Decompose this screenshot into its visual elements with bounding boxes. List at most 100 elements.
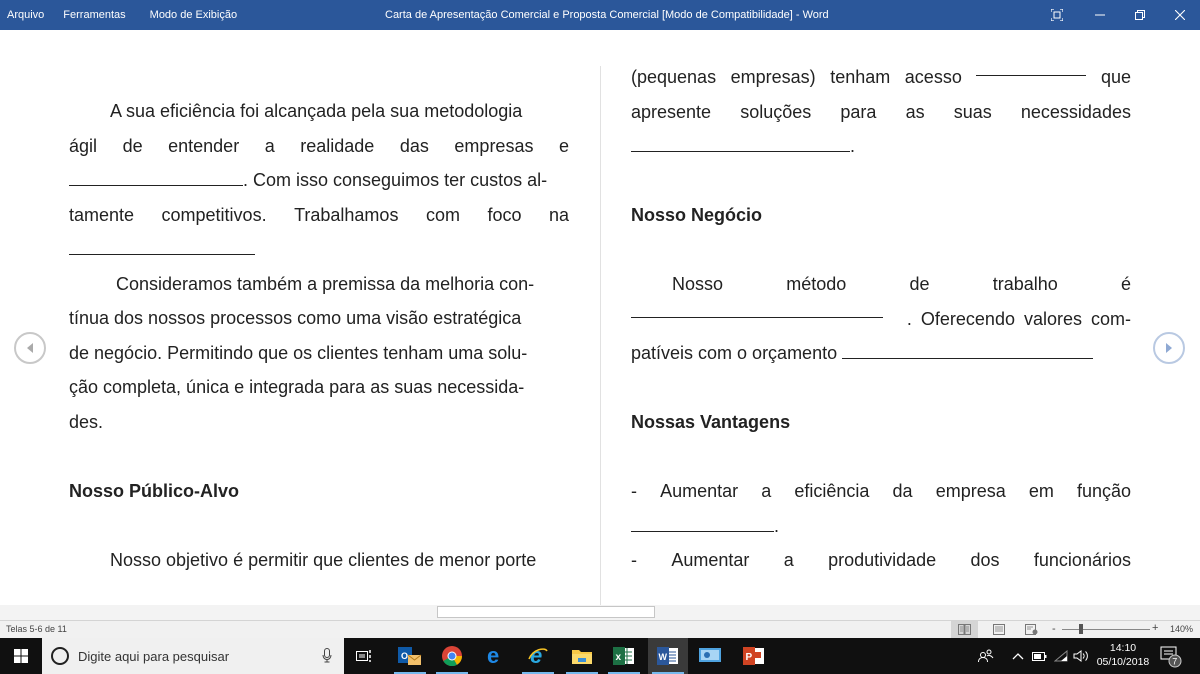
next-page-button[interactable] [1153, 332, 1185, 364]
word: de [909, 274, 930, 294]
menu-ferramentas[interactable]: Ferramentas [52, 0, 137, 30]
scrollbar-thumb[interactable] [437, 606, 655, 618]
word: entender [168, 135, 240, 156]
word-icon: W [657, 647, 678, 665]
taskbar-app-remote-desktop[interactable] [690, 638, 730, 674]
battery-button[interactable] [1032, 638, 1047, 674]
word: dos [970, 550, 1000, 570]
list-item: - Aumentar a eficiência da empresa em fu… [631, 474, 1131, 509]
word: na [548, 204, 569, 225]
volume-button[interactable] [1073, 638, 1089, 674]
window-title: Carta de Apresentação Comercial e Propos… [385, 9, 829, 21]
text-line: apresente soluções para as suas necessid… [631, 95, 1131, 130]
reading-view: A sua eficiência foi alcançada pela sua … [0, 30, 1200, 612]
taskbar-app-outlook[interactable]: O [390, 638, 430, 674]
people-button[interactable] [978, 638, 994, 674]
zoom-slider-thumb[interactable] [1079, 624, 1083, 634]
task-view-icon [356, 650, 371, 662]
word: das [399, 135, 429, 156]
word: - [631, 550, 637, 570]
folder-icon [572, 650, 592, 664]
restore-icon [1135, 10, 1145, 20]
text-line [69, 232, 569, 267]
clock-date: 05/10/2018 [1096, 656, 1150, 668]
svg-text:e: e [487, 646, 499, 666]
notification-count: 7 [1172, 657, 1177, 667]
taskbar-app-file-explorer[interactable] [562, 638, 602, 674]
taskbar: Digite aqui para pesquisar O e e x W P 1… [0, 638, 1200, 674]
taskbar-app-powerpoint[interactable]: P [734, 638, 774, 674]
system-clock[interactable]: 14:10 05/10/2018 [1094, 641, 1152, 669]
text: . Oferecendo valores com- [906, 308, 1131, 329]
word: eficiência [794, 481, 870, 501]
close-button[interactable] [1160, 0, 1200, 30]
heading-publico-alvo: Nosso Público-Alvo [69, 480, 240, 501]
arrow-left-icon [27, 343, 33, 353]
menu-bar: Arquivo Ferramentas Modo de Exibição [0, 0, 245, 30]
word: - [631, 481, 637, 501]
menu-modo-de-exibicao[interactable]: Modo de Exibição [138, 0, 245, 30]
word: tenham [830, 67, 891, 87]
paragraph: A sua eficiência foi alcançada pela sua … [69, 94, 569, 267]
web-layout-button[interactable] [1018, 621, 1045, 638]
cortana-icon [51, 647, 69, 665]
blank-field [976, 60, 1087, 76]
text-line: . Com isso conseguimos ter custos al- [69, 163, 569, 198]
task-view-button[interactable] [344, 638, 384, 674]
word: função [1076, 481, 1131, 501]
print-layout-button[interactable] [985, 621, 1012, 638]
text-line: . Oferecendo valores com- [631, 302, 1131, 337]
restore-button[interactable] [1120, 0, 1160, 30]
word: empresa [935, 481, 1006, 501]
horizontal-scrollbar[interactable] [0, 605, 1200, 620]
arrow-right-icon [1166, 343, 1172, 353]
taskbar-app-chrome[interactable] [432, 638, 472, 674]
word: em [1028, 481, 1054, 501]
powerpoint-icon: P [743, 647, 764, 665]
action-center-button[interactable]: 7 [1160, 646, 1182, 673]
word: empresas) [730, 67, 816, 87]
taskbar-app-internet-explorer[interactable]: e [518, 638, 558, 674]
taskbar-app-word[interactable]: W [648, 638, 688, 674]
blank-field [69, 170, 243, 186]
word: suas [953, 101, 992, 122]
zoom-level[interactable]: 140% [1170, 624, 1193, 634]
start-button[interactable] [0, 638, 42, 674]
word: para [840, 101, 877, 122]
svg-text:x: x [616, 652, 622, 663]
blank-field [69, 239, 255, 255]
taskbar-app-excel[interactable]: x [604, 638, 644, 674]
svg-text:e: e [530, 645, 542, 667]
zoom-slider-track[interactable] [1062, 629, 1150, 630]
book-icon [958, 624, 971, 635]
heading-nossas-vantagens: Nossas Vantagens [631, 412, 791, 432]
minimize-button[interactable] [1080, 0, 1120, 30]
word: Nosso [672, 274, 724, 294]
word: produtividade [828, 550, 937, 570]
network-button[interactable] [1054, 638, 1068, 674]
svg-text:P: P [746, 652, 753, 663]
menu-arquivo[interactable]: Arquivo [0, 0, 52, 30]
zoom-out-button[interactable]: - [1052, 623, 1056, 635]
word: foco [487, 204, 522, 225]
word: da [892, 481, 913, 501]
show-hidden-icons-button[interactable] [1012, 638, 1024, 674]
text-line: . [631, 509, 1131, 544]
taskbar-search-box[interactable]: Digite aqui para pesquisar [42, 638, 344, 674]
chevron-up-icon [1012, 653, 1024, 660]
paragraph: Consideramos também a premissa da melhor… [69, 267, 569, 440]
read-mode-button[interactable] [951, 621, 978, 638]
clock-time: 14:10 [1109, 642, 1137, 654]
speaker-icon [1073, 650, 1088, 662]
word: a [783, 550, 794, 570]
previous-page-button[interactable] [14, 332, 46, 364]
text-line: de negócio. Permitindo que os clientes t… [69, 342, 528, 363]
microphone-icon[interactable] [322, 648, 332, 663]
minimize-icon [1095, 14, 1105, 16]
notification-icon: 7 [1160, 646, 1182, 668]
zoom-in-button[interactable]: + [1152, 622, 1158, 634]
focus-mode-button[interactable] [1037, 0, 1077, 30]
taskbar-app-edge[interactable]: e [476, 638, 516, 674]
word: a [264, 135, 275, 156]
wifi-icon [1054, 650, 1068, 662]
